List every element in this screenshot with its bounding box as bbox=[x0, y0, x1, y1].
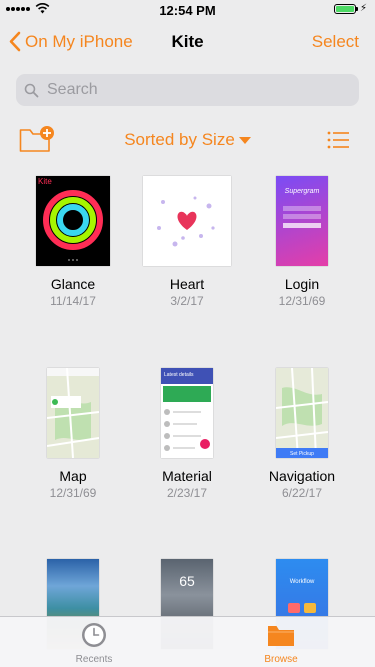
file-item-login[interactable]: Supergram Login 12/31/69 bbox=[247, 176, 357, 308]
tab-browse[interactable]: Browse bbox=[231, 622, 331, 665]
file-date: 11/14/17 bbox=[50, 294, 96, 308]
thumbnail-caption: Kite bbox=[38, 177, 52, 186]
file-item-material[interactable]: Latest details Material 2/23/17 bbox=[132, 368, 242, 500]
tab-label: Recents bbox=[75, 654, 113, 665]
file-date: 12/31/69 bbox=[278, 294, 326, 308]
file-thumbnail: Set Pickup bbox=[276, 368, 328, 458]
heart-icon bbox=[157, 196, 215, 247]
map-preview-icon bbox=[47, 368, 99, 458]
back-button-label: On My iPhone bbox=[25, 31, 133, 51]
sort-label: Sorted by Size bbox=[124, 130, 235, 149]
status-time: 12:54 PM bbox=[159, 3, 216, 18]
search-icon bbox=[24, 83, 39, 97]
file-name: Glance bbox=[50, 276, 96, 292]
thumbnail-caption: 65 bbox=[179, 573, 195, 589]
file-name: Navigation bbox=[268, 468, 336, 484]
file-thumbnail: Supergram bbox=[276, 176, 328, 266]
file-name: Material bbox=[162, 468, 212, 484]
file-thumbnail bbox=[47, 368, 99, 458]
status-bar: 12:54 PM ⚡ bbox=[0, 0, 375, 20]
clock-icon bbox=[82, 623, 106, 647]
map-preview-icon bbox=[276, 368, 328, 458]
file-item-glance[interactable]: Kite Glance 11/14/17 bbox=[18, 176, 128, 308]
file-item-heart[interactable]: Heart 3/2/17 bbox=[132, 176, 242, 308]
select-button[interactable]: Select bbox=[312, 32, 359, 52]
file-thumbnail bbox=[143, 176, 231, 266]
charging-icon: ⚡ bbox=[359, 3, 367, 14]
file-item-map[interactable]: Map 12/31/69 bbox=[18, 368, 128, 500]
file-thumbnail: Latest details bbox=[161, 368, 213, 458]
activity-rings-icon bbox=[43, 190, 103, 261]
thumbnail-caption: Workflow bbox=[289, 579, 315, 585]
file-name: Map bbox=[59, 468, 87, 484]
navigation-bar: On My iPhone Kite Select bbox=[0, 20, 375, 64]
file-item-navigation[interactable]: Set Pickup Navigation 6/22/17 bbox=[247, 368, 357, 500]
battery-icon bbox=[333, 3, 358, 14]
tab-bar: Recents Browse bbox=[0, 616, 375, 667]
file-date: 12/31/69 bbox=[49, 486, 97, 500]
chevron-left-icon bbox=[9, 31, 21, 52]
sort-menu: Sorted by Size bbox=[0, 130, 375, 150]
file-thumbnail: Kite bbox=[36, 176, 110, 266]
list-preview-icon bbox=[164, 409, 210, 451]
file-name: Heart bbox=[169, 276, 205, 292]
sort-button[interactable]: Sorted by Size bbox=[124, 130, 251, 149]
caret-down-icon bbox=[238, 137, 251, 145]
search-bar bbox=[16, 74, 359, 106]
file-date: 2/23/17 bbox=[166, 486, 208, 500]
tab-label: Browse bbox=[264, 654, 298, 665]
browse-toolbar: Sorted by Size bbox=[0, 120, 375, 160]
thumbnail-caption: Set Pickup bbox=[290, 451, 314, 457]
folder-icon bbox=[268, 626, 294, 646]
tab-recents[interactable]: Recents bbox=[44, 622, 144, 665]
list-view-icon[interactable] bbox=[327, 130, 349, 150]
file-date: 3/2/17 bbox=[170, 294, 204, 308]
thumbnail-caption: Supergram bbox=[284, 188, 320, 195]
file-name: Login bbox=[284, 276, 320, 292]
file-date: 6/22/17 bbox=[281, 486, 323, 500]
search-input[interactable] bbox=[45, 80, 349, 100]
battery-area: ⚡ bbox=[333, 3, 367, 14]
back-button[interactable]: On My iPhone bbox=[8, 31, 133, 52]
